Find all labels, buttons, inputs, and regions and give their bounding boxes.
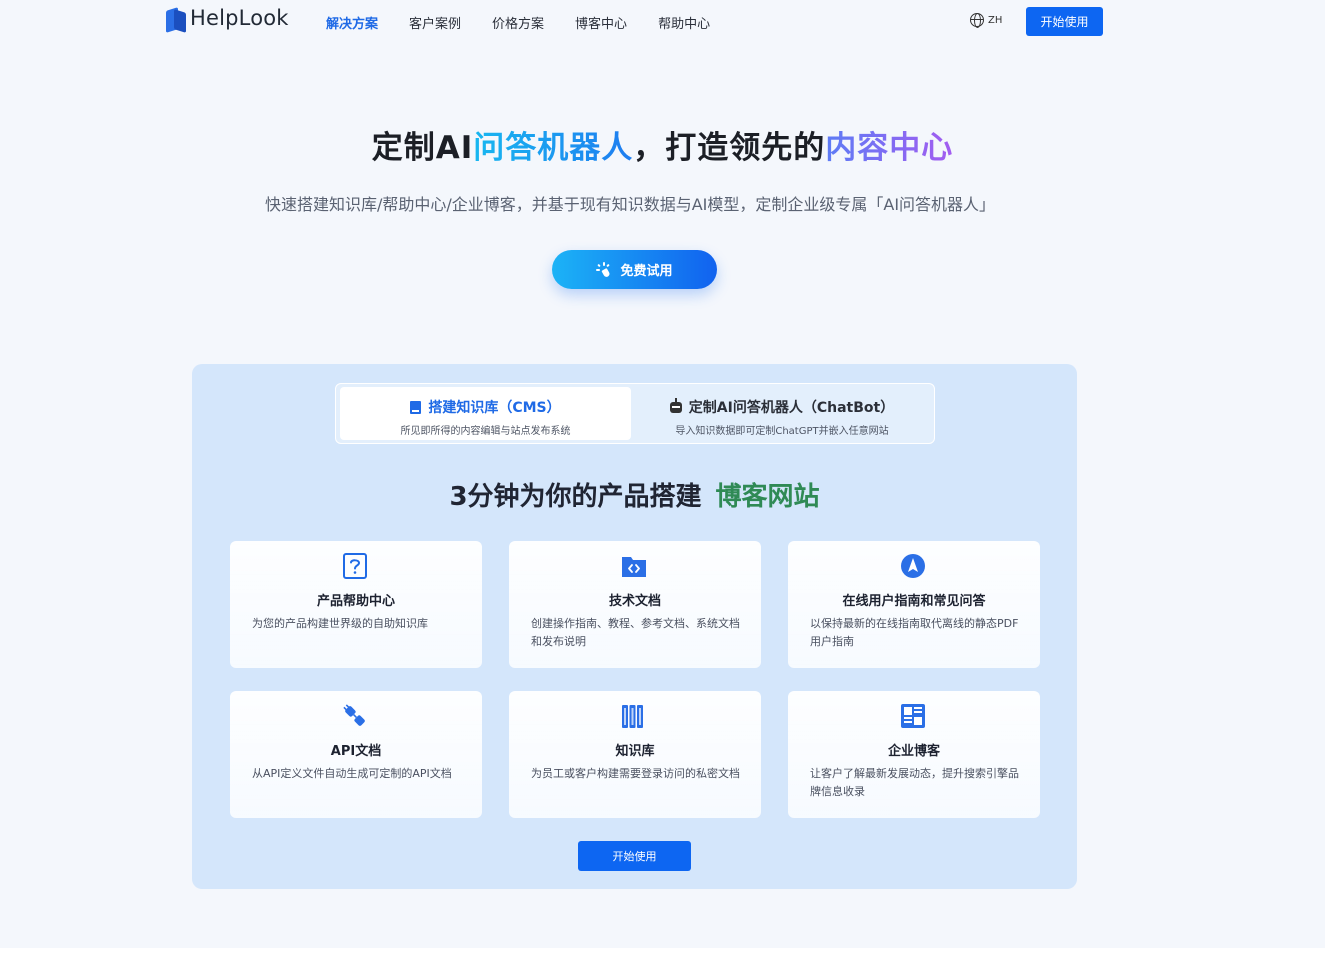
question-icon (343, 553, 367, 579)
card-title: 技术文档 (608, 594, 661, 609)
page-footer-strip (0, 948, 1325, 965)
tab-cms-title: 搭建知识库（CMS） (428, 400, 561, 416)
logo-text: HelpLook (190, 6, 289, 30)
hero-title-highlight1: 问答机器人 (473, 130, 634, 166)
start-button-panel[interactable]: 开始使用 (578, 841, 691, 871)
card-desc: 为员工或客户构建需要登录访问的私密文档 (531, 767, 740, 780)
section-title-main: 3分钟为你的产品搭建 (449, 482, 702, 512)
hero-title-highlight2: 内容中心 (825, 130, 954, 166)
section-title-accent: 博客网站 (715, 482, 820, 512)
card-title: 在线用户指南和常见问答 (842, 594, 986, 609)
start-button-header[interactable]: 开始使用 (1026, 7, 1103, 36)
hero-title-part2: ，打造领先的 (633, 130, 826, 166)
free-trial-label: 免费试用 (620, 264, 673, 279)
page: HelpLook 解决方案 客户案例 价格方案 博客中心 帮助中心 ZH 开始使… (0, 0, 1325, 948)
compass-icon (901, 554, 925, 578)
tab-chatbot-title: 定制AI问答机器人（ChatBot） (688, 400, 895, 416)
feature-card-api-docs[interactable]: API文档 从API定义文件自动生成可定制的API文档 (230, 691, 482, 818)
feature-card-knowledge-base[interactable]: 知识库 为员工或客户构建需要登录访问的私密文档 (509, 691, 761, 818)
card-desc: 从API定义文件自动生成可定制的API文档 (252, 767, 452, 780)
card-desc: 以保持最新的在线指南取代离线的静态PDF用户指南 (810, 617, 1019, 648)
tab-chatbot-desc: 导入知识数据即可定制ChatGPT并嵌入任意网站 (675, 426, 889, 437)
hero-title-part1: 定制AI (371, 130, 474, 166)
feature-card-enterprise-blog[interactable]: 企业博客 让客户了解最新发展动态，提升搜索引擎品牌信息收录 (788, 691, 1040, 818)
card-title: 产品帮助中心 (316, 594, 395, 609)
nav-item-solutions[interactable]: 解决方案 (326, 13, 378, 32)
hero-subtitle: 快速搭建知识库/帮助中心/企业博客，并基于现有知识数据与AI模型，定制企业级专属… (264, 195, 996, 214)
top-navbar: HelpLook 解决方案 客户案例 价格方案 博客中心 帮助中心 ZH 开始使… (0, 0, 1325, 42)
feature-card-tech-docs[interactable]: 技术文档 创建操作指南、教程、参考文档、系统文档和发布说明 (509, 541, 761, 668)
free-trial-button[interactable]: 免费试用 (552, 250, 717, 289)
books-icon (622, 705, 643, 728)
click-spark-icon (596, 261, 612, 278)
card-title: API文档 (330, 744, 382, 759)
card-title: 企业博客 (887, 744, 940, 759)
nav-item-cases[interactable]: 客户案例 (409, 13, 461, 32)
logo-icon (166, 5, 186, 33)
logo[interactable]: HelpLook (166, 5, 289, 33)
code-folder-icon (622, 557, 646, 577)
language-switcher[interactable]: ZH (970, 13, 1003, 28)
feature-card-help-center[interactable]: 产品帮助中心 为您的产品构建世界级的自助知识库 (230, 541, 482, 668)
nav-item-blog[interactable]: 博客中心 (575, 13, 627, 32)
section-title: 3分钟为你的产品搭建 博客网站 (192, 476, 1077, 513)
feature-panel: 搭建知识库（CMS） 所见即所得的内容编辑与站点发布系统 定制AI问答机器人（C… (192, 364, 1077, 889)
hero-title: 定制AI问答机器人，打造领先的内容中心 (0, 122, 1325, 167)
product-tabs: 搭建知识库（CMS） 所见即所得的内容编辑与站点发布系统 定制AI问答机器人（C… (335, 383, 935, 444)
main-nav: 解决方案 客户案例 价格方案 博客中心 帮助中心 (326, 13, 741, 32)
card-desc: 让客户了解最新发展动态，提升搜索引擎品牌信息收录 (810, 767, 1019, 798)
feature-card-user-guide[interactable]: 在线用户指南和常见问答 以保持最新的在线指南取代离线的静态PDF用户指南 (788, 541, 1040, 668)
card-desc: 创建操作指南、教程、参考文档、系统文档和发布说明 (531, 617, 740, 648)
tab-cms-desc: 所见即所得的内容编辑与站点发布系统 (400, 426, 571, 437)
language-label: ZH (988, 14, 1003, 26)
tab-cms[interactable]: 搭建知识库（CMS） 所见即所得的内容编辑与站点发布系统 (340, 387, 631, 440)
card-title: 知识库 (615, 744, 655, 759)
robot-icon (669, 397, 682, 413)
layout-icon (901, 704, 925, 728)
plug-icon (343, 704, 365, 726)
globe-icon (970, 13, 984, 28)
nav-item-pricing[interactable]: 价格方案 (492, 13, 544, 32)
tab-chatbot[interactable]: 定制AI问答机器人（ChatBot） 导入知识数据即可定制ChatGPT并嵌入任… (633, 387, 931, 440)
card-desc: 为您的产品构建世界级的自助知识库 (252, 617, 428, 630)
book-icon (410, 400, 422, 414)
nav-item-help[interactable]: 帮助中心 (658, 13, 710, 32)
